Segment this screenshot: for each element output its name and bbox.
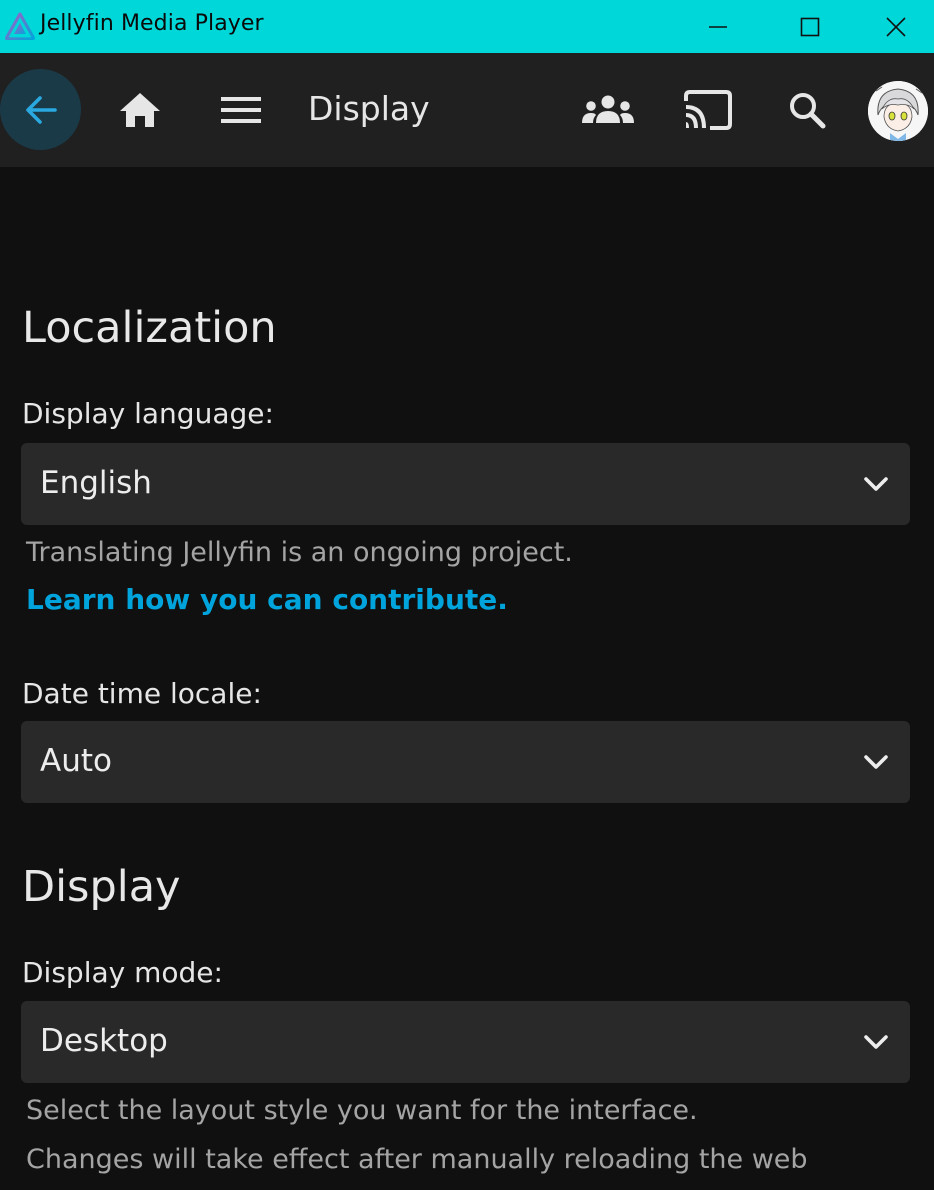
search-button[interactable]	[782, 85, 832, 135]
chevron-down-icon	[864, 755, 888, 769]
cast-icon	[684, 90, 732, 130]
home-icon	[120, 93, 160, 127]
user-avatar[interactable]	[868, 81, 928, 141]
display-mode-value: Desktop	[40, 1023, 168, 1059]
date-time-locale-select[interactable]: Auto	[21, 721, 910, 803]
back-button[interactable]	[0, 69, 81, 150]
close-icon	[885, 16, 906, 37]
home-button[interactable]	[112, 85, 168, 135]
window-title: Jellyfin Media Player	[40, 11, 264, 36]
section-title-display: Display	[22, 862, 181, 912]
display-mode-select[interactable]: Desktop	[21, 1001, 910, 1083]
display-language-select[interactable]: English	[21, 443, 910, 525]
cast-button[interactable]	[680, 85, 736, 135]
maximize-icon	[800, 17, 820, 36]
display-mode-label: Display mode:	[22, 956, 223, 989]
chevron-down-icon	[864, 477, 888, 491]
search-icon	[790, 93, 826, 129]
group-icon	[582, 95, 634, 123]
window-titlebar: Jellyfin Media Player	[0, 0, 934, 53]
display-language-help: Translating Jellyfin is an ongoing proje…	[26, 537, 573, 568]
display-mode-help-2: Changes will take effect after manually …	[26, 1144, 808, 1175]
display-language-label: Display language:	[22, 397, 274, 430]
contribute-link[interactable]: Learn how you can contribute.	[26, 583, 508, 616]
close-button[interactable]	[857, 0, 934, 53]
app-header: Display	[0, 53, 934, 167]
date-time-locale-value: Auto	[40, 743, 112, 779]
jellyfin-logo-icon	[5, 12, 35, 40]
section-title-localization: Localization	[22, 303, 277, 353]
date-time-locale-label: Date time locale:	[22, 677, 262, 710]
chevron-down-icon	[864, 1035, 888, 1049]
display-mode-help-1: Select the layout style you want for the…	[26, 1095, 698, 1126]
menu-button[interactable]	[214, 85, 268, 135]
page-title: Display	[308, 89, 430, 128]
arrow-left-icon	[25, 95, 57, 124]
minimize-button[interactable]	[672, 0, 764, 53]
minimize-icon	[709, 25, 727, 28]
avatar-image	[868, 81, 928, 141]
syncplay-button[interactable]	[578, 85, 638, 135]
settings-content: Localization Display language: English T…	[0, 167, 934, 1190]
display-language-value: English	[40, 465, 152, 501]
hamburger-menu-icon	[221, 97, 261, 123]
maximize-button[interactable]	[764, 0, 856, 53]
